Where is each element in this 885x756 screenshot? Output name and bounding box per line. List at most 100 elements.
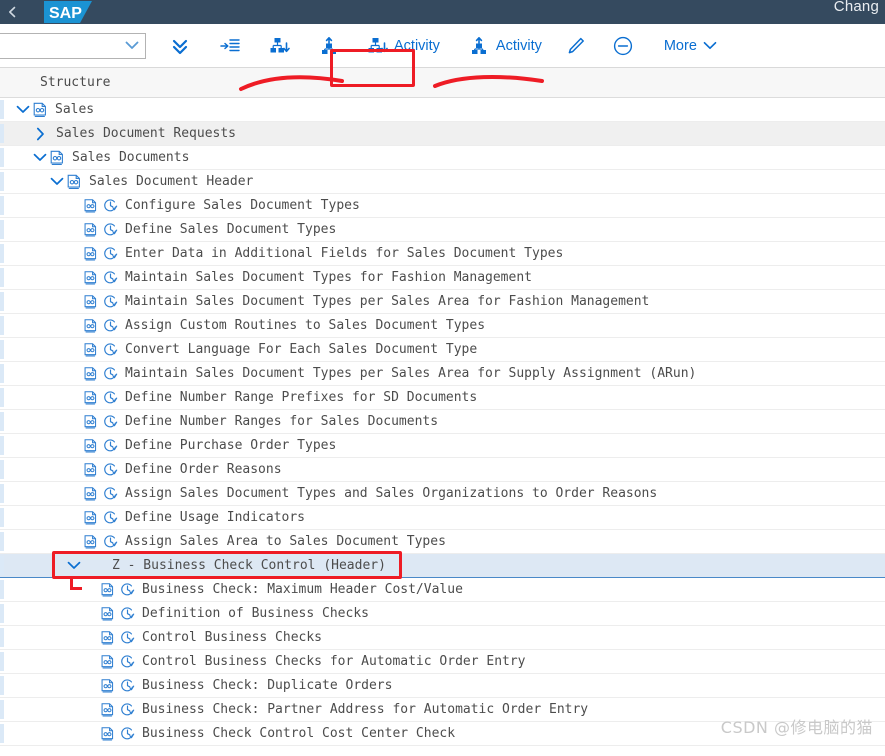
table-row[interactable]: Business Check: Partner Address for Auto… <box>0 698 885 722</box>
activity-doc-icon[interactable] <box>83 222 98 238</box>
row-selection-indicator[interactable] <box>0 436 4 455</box>
activity-doc-icon[interactable] <box>83 294 98 310</box>
activity-doc-icon[interactable] <box>83 246 98 262</box>
table-row[interactable]: Define Usage Indicators <box>0 506 885 530</box>
activity-doc-icon[interactable] <box>83 462 98 478</box>
table-row[interactable]: Definition of Business Checks <box>0 602 885 626</box>
activity-doc-icon[interactable] <box>83 414 98 430</box>
clock-icon[interactable] <box>120 630 135 645</box>
expand-to-level-button[interactable] <box>214 30 252 62</box>
row-selection-indicator[interactable] <box>0 100 4 119</box>
activity-doc-icon[interactable] <box>100 606 115 622</box>
table-row[interactable]: Maintain Sales Document Types per Sales … <box>0 290 885 314</box>
activity-doc-icon[interactable] <box>83 438 98 454</box>
table-row[interactable]: Define Sales Document Types <box>0 218 885 242</box>
activity-doc-icon[interactable] <box>83 390 98 406</box>
table-row[interactable]: Sales Document Header <box>0 170 885 194</box>
activity-doc-icon[interactable] <box>100 726 115 742</box>
row-selection-indicator[interactable] <box>0 700 4 719</box>
clock-icon[interactable] <box>103 222 118 237</box>
expand-node-button[interactable] <box>264 30 302 62</box>
table-row[interactable]: Enter Data in Additional Fields for Sale… <box>0 242 885 266</box>
row-selection-indicator[interactable] <box>0 124 4 143</box>
table-row[interactable]: Business Check Control Cost Center Check <box>0 722 885 746</box>
clock-icon[interactable] <box>103 198 118 213</box>
row-expand-toggle[interactable] <box>48 170 66 193</box>
table-row[interactable]: Business Check: Maximum Header Cost/Valu… <box>0 578 885 602</box>
row-selection-indicator[interactable] <box>0 580 4 599</box>
row-selection-indicator[interactable] <box>0 676 4 695</box>
table-row[interactable]: Control Business Checks <box>0 626 885 650</box>
row-selection-indicator[interactable] <box>0 316 4 335</box>
clock-icon[interactable] <box>103 342 118 357</box>
clock-icon[interactable] <box>103 486 118 501</box>
table-row[interactable]: Sales Document Requests <box>0 122 885 146</box>
clock-icon[interactable] <box>120 678 135 693</box>
activity-doc-icon[interactable] <box>83 366 98 382</box>
row-selection-indicator[interactable] <box>0 628 4 647</box>
structure-node-icon[interactable] <box>32 102 48 118</box>
table-row-selected[interactable]: Z - Business Check Control (Header) <box>0 554 885 578</box>
clock-icon[interactable] <box>103 510 118 525</box>
sap-logo[interactable]: SAP <box>44 1 92 23</box>
clock-icon[interactable] <box>103 294 118 309</box>
activity-doc-icon[interactable] <box>100 702 115 718</box>
view-select[interactable] <box>0 32 146 59</box>
row-selection-indicator[interactable] <box>0 460 4 479</box>
row-selection-indicator[interactable] <box>0 532 4 551</box>
activity-doc-icon[interactable] <box>100 630 115 646</box>
activity-doc-icon[interactable] <box>83 534 98 550</box>
collapse-node-button[interactable] <box>314 30 352 62</box>
clock-icon[interactable] <box>103 270 118 285</box>
activity-doc-icon[interactable] <box>83 318 98 334</box>
clock-icon[interactable] <box>103 390 118 405</box>
clock-icon[interactable] <box>103 534 118 549</box>
clock-icon[interactable] <box>103 246 118 261</box>
activity-doc-icon[interactable] <box>83 270 98 286</box>
row-selection-indicator[interactable] <box>0 196 4 215</box>
activity-doc-icon[interactable] <box>100 654 115 670</box>
structure-tree[interactable]: Sales Sales Document Requests Sales Docu… <box>0 98 885 746</box>
table-row[interactable]: Define Number Ranges for Sales Documents <box>0 410 885 434</box>
row-selection-indicator[interactable] <box>0 388 4 407</box>
clock-icon[interactable] <box>103 414 118 429</box>
activity-doc-icon[interactable] <box>100 582 115 598</box>
clock-icon[interactable] <box>120 654 135 669</box>
delete-button[interactable] <box>606 30 646 62</box>
activity-doc-icon[interactable] <box>83 510 98 526</box>
clock-icon[interactable] <box>120 702 135 717</box>
clock-icon[interactable] <box>103 318 118 333</box>
table-row[interactable]: Convert Language For Each Sales Document… <box>0 338 885 362</box>
table-row[interactable]: Maintain Sales Document Types per Sales … <box>0 362 885 386</box>
activity-doc-icon[interactable] <box>100 678 115 694</box>
back-button[interactable] <box>0 0 26 24</box>
row-selection-indicator[interactable] <box>0 508 4 527</box>
row-selection-indicator[interactable] <box>0 604 4 623</box>
clock-icon[interactable] <box>103 462 118 477</box>
row-selection-indicator[interactable] <box>0 172 4 191</box>
table-row[interactable]: Sales <box>0 98 885 122</box>
clock-icon[interactable] <box>103 438 118 453</box>
row-selection-indicator[interactable] <box>0 556 4 575</box>
collapse-all-button[interactable] <box>164 30 202 62</box>
structure-node-icon[interactable] <box>66 174 82 190</box>
row-selection-indicator[interactable] <box>0 484 4 503</box>
clock-icon[interactable] <box>120 606 135 621</box>
row-selection-indicator[interactable] <box>0 412 4 431</box>
table-row[interactable]: Configure Sales Document Types <box>0 194 885 218</box>
activity-display-button[interactable]: Activity <box>464 30 548 62</box>
row-selection-indicator[interactable] <box>0 364 4 383</box>
activity-doc-icon[interactable] <box>83 198 98 214</box>
row-expand-toggle[interactable] <box>65 554 83 577</box>
row-selection-indicator[interactable] <box>0 652 4 671</box>
table-row[interactable]: Define Order Reasons <box>0 458 885 482</box>
table-row[interactable]: Control Business Checks for Automatic Or… <box>0 650 885 674</box>
activity-doc-icon[interactable] <box>83 486 98 502</box>
table-row[interactable]: Define Purchase Order Types <box>0 434 885 458</box>
clock-icon[interactable] <box>103 366 118 381</box>
table-row[interactable]: Assign Sales Area to Sales Document Type… <box>0 530 885 554</box>
row-selection-indicator[interactable] <box>0 244 4 263</box>
row-selection-indicator[interactable] <box>0 148 4 167</box>
table-row[interactable]: Define Number Range Prefixes for SD Docu… <box>0 386 885 410</box>
row-selection-indicator[interactable] <box>0 220 4 239</box>
